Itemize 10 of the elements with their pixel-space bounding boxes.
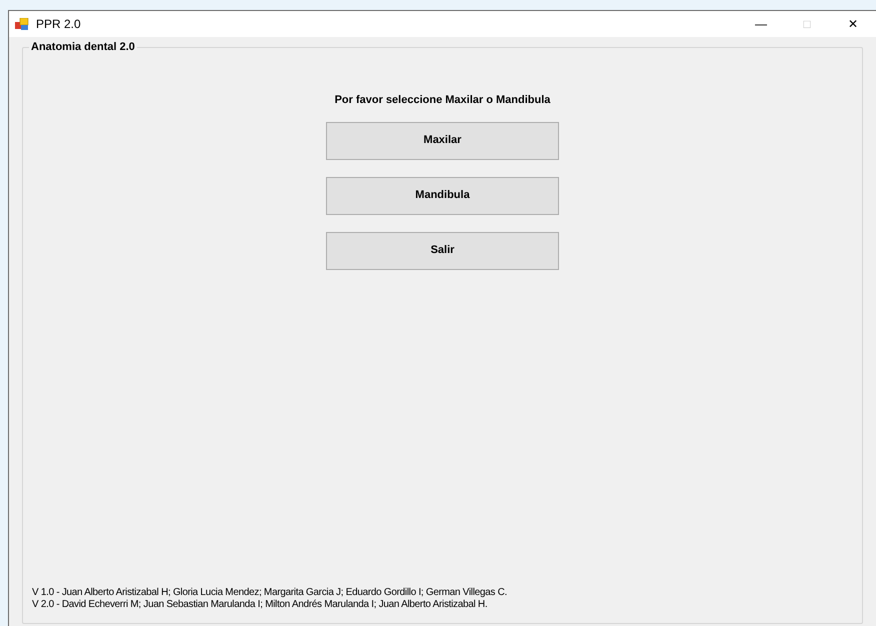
window-title: PPR 2.0 (36, 16, 81, 33)
credits-line: V 2.0 - David Echeverri M; Juan Sebastian Marulanda I; Milton Andrés Marulanda I; Juan Alberto Aristizabal H. (32, 599, 488, 611)
action-button[interactable]: Maxilar (326, 122, 559, 160)
action-button[interactable]: Mandibula (326, 176, 559, 214)
app-icon (15, 18, 29, 30)
action-button[interactable]: Salir (326, 232, 559, 270)
credits-line: V 1.0 - Juan Alberto Aristizabal H; Gloria Lucia Mendez; Margarita Garcia J; Eduardo Gordillo I; German Villegas C. (32, 587, 507, 599)
close-button[interactable]: ✕ (830, 11, 876, 37)
minimize-button[interactable]: — (738, 11, 784, 37)
prompt-label: Por favor seleccione Maxilar o Mandibula (334, 93, 550, 108)
